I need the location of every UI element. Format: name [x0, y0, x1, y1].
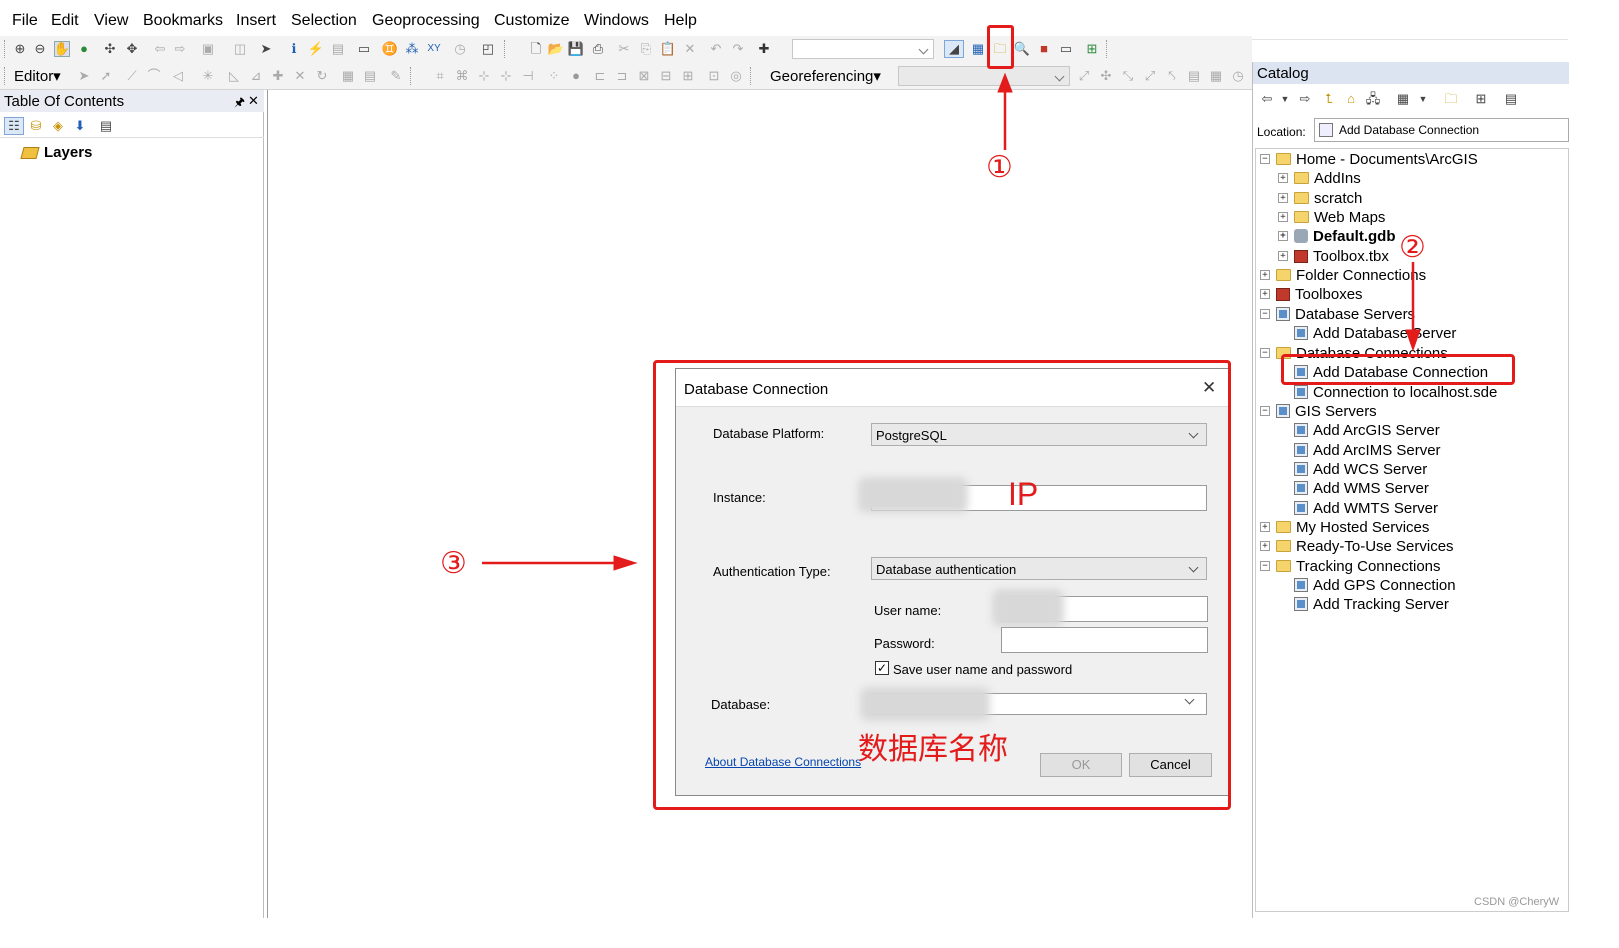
arrow-3-head [613, 555, 638, 571]
step-1-label: ① [986, 150, 1013, 185]
step-2-label: ② [1399, 230, 1426, 265]
arrow-1-head [997, 72, 1013, 93]
ip-annotation: IP [1008, 476, 1039, 512]
arrow-2-head [1405, 329, 1421, 352]
database-name-annotation: 数据库名称 [858, 732, 1008, 767]
step-3-label: ③ [440, 546, 467, 581]
annotation-arrows [482, 72, 1421, 571]
watermark: CSDN @CheryW [1474, 896, 1560, 908]
